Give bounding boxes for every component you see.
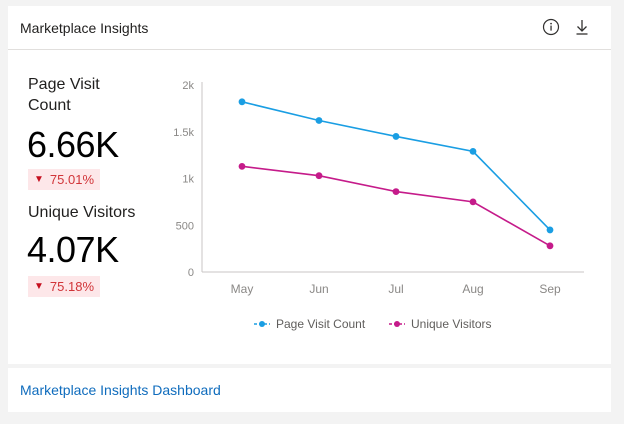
marketplace-insights-card: Marketplace Insights Page Visit Count 6.… [8, 6, 611, 364]
y-tick-label: 500 [176, 220, 194, 232]
series-line [241, 101, 551, 231]
legend-swatch-dot [259, 321, 265, 327]
info-icon[interactable] [541, 17, 561, 37]
page-visit-change-badge: ▼ 75.01% [28, 169, 100, 190]
data-point [315, 172, 323, 180]
card-header: Marketplace Insights [8, 6, 611, 50]
download-icon[interactable] [572, 17, 592, 37]
legend-label[interactable]: Page Visit Count [276, 317, 366, 331]
data-point [392, 188, 400, 195]
arrow-down-icon: ▼ [34, 281, 44, 292]
x-axis: May Jun Jul Aug Sep [202, 271, 584, 296]
x-tick-label: Jul [388, 282, 403, 296]
x-tick-label: May [231, 282, 254, 296]
data-point [469, 198, 477, 206]
card-title: Marketplace Insights [20, 19, 149, 36]
data-point [315, 117, 323, 124]
unique-visitors-label: Unique Visitors [28, 204, 136, 221]
y-tick-label: 1.5k [173, 127, 194, 139]
data-point [546, 226, 554, 234]
y-tick-label: 2k [182, 80, 194, 92]
unique-visitors-value: 4.07K [27, 229, 119, 270]
footer: Marketplace Insights Dashboard [8, 368, 611, 412]
series-line [241, 165, 551, 247]
chart-legend[interactable]: Page Visit Count Unique Visitors [254, 317, 491, 331]
legend-label[interactable]: Unique Visitors [411, 317, 491, 331]
line-chart: 0 500 1k 1.5k 2k May Jun Jul Aug Sep Page Visit … [173, 80, 584, 331]
data-point [469, 147, 477, 155]
page-visit-count-label: Page Visit Count [28, 76, 100, 114]
arrow-down-icon: ▼ [34, 174, 44, 185]
data-point [546, 242, 554, 250]
page-visit-count-value: 6.66K [27, 124, 119, 165]
unique-visitors-change-value: 75.18% [49, 279, 94, 294]
x-tick-label: Sep [539, 282, 561, 296]
dashboard-link[interactable]: Marketplace Insights Dashboard [20, 382, 221, 398]
y-axis: 0 500 1k 1.5k 2k [173, 80, 203, 279]
x-tick-label: Aug [462, 282, 483, 296]
y-tick-label: 0 [188, 267, 194, 279]
data-point [238, 162, 246, 170]
y-tick-label: 1k [182, 174, 194, 186]
page-visit-change-value: 75.01% [49, 172, 94, 187]
chart-series [238, 98, 554, 250]
legend-swatch-dot [394, 321, 400, 327]
unique-visitors-change-badge: ▼ 75.18% [28, 276, 100, 297]
x-tick-label: Jun [309, 282, 328, 296]
data-point [238, 98, 246, 106]
data-point [392, 133, 400, 140]
